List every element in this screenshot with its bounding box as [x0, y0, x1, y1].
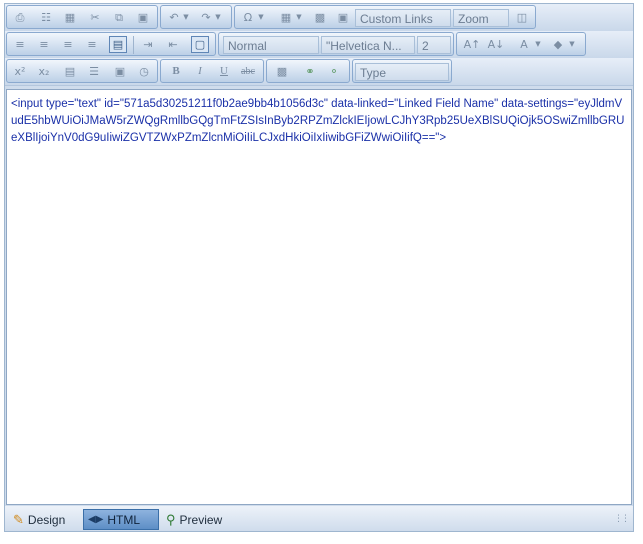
font-group: Normal "Helvetica N... 2: [218, 32, 454, 56]
select-all-icon[interactable]: ▦: [61, 9, 79, 26]
text-style-group: B I U abc: [160, 59, 264, 83]
design-mode-button[interactable]: ✎ Design: [9, 509, 69, 530]
find-icon[interactable]: ☷: [37, 9, 55, 26]
fore-color-dropdown-icon[interactable]: ▼: [533, 36, 543, 53]
font-name-dropdown[interactable]: "Helvetica N...: [321, 36, 415, 54]
toolbar-row-3: x² x₂ ▤ ☰ ▣ ◷ B I U abc ▩ ⚭ ⚬ Type: [5, 58, 633, 86]
print-icon[interactable]: ⎙: [11, 9, 29, 26]
paragraph-style-dropdown[interactable]: Normal: [223, 36, 319, 54]
html-mode-label: HTML: [107, 512, 141, 527]
magnifier-icon: ⚲: [166, 511, 176, 527]
table-dropdown-icon[interactable]: ▼: [294, 9, 304, 26]
bold-button[interactable]: B: [167, 63, 185, 80]
flash-manager-icon[interactable]: ▣: [334, 9, 352, 26]
alignment-group: ≡ ≡ ≡ ≡ ▤ ⇥ ⇤ ▢: [6, 32, 216, 56]
misc-group: x² x₂ ▤ ☰ ▣ ◷: [6, 59, 158, 83]
image-manager-icon[interactable]: ▩: [311, 9, 329, 26]
code-brackets-icon: ◀▶: [88, 514, 104, 525]
underline-button[interactable]: U: [215, 63, 233, 80]
indent-icon[interactable]: ⇥: [139, 36, 157, 53]
link-icon[interactable]: ⚭: [301, 63, 319, 80]
unlink-icon[interactable]: ⚬: [325, 63, 343, 80]
toolbar-row-1: ⎙ ☷ ▦ ✂ ⧉ ▣ ↶ ▼ ↷ ▼ Ω ▼ ▦ ▼ ▩ ▣ Custom L…: [5, 4, 633, 32]
special-chars-icon[interactable]: Ω: [239, 9, 257, 26]
strikethrough-button[interactable]: abc: [237, 63, 259, 80]
preview-mode-button[interactable]: ⚲ Preview: [162, 509, 226, 530]
insert-group: Ω ▼ ▦ ▼ ▩ ▣ Custom Links Zoom ◫: [234, 5, 536, 29]
italic-button[interactable]: I: [191, 63, 209, 80]
subscript-icon[interactable]: x₂: [35, 63, 53, 80]
align-center-icon[interactable]: ≡: [35, 36, 53, 53]
grow-font-icon[interactable]: A↑: [463, 36, 481, 53]
shrink-font-icon[interactable]: A↓: [487, 36, 505, 53]
show-borders-icon[interactable]: ▢: [191, 36, 209, 53]
outdent-icon[interactable]: ⇤: [164, 36, 182, 53]
preview-mode-label: Preview: [179, 512, 223, 527]
table-icon[interactable]: ▦: [277, 9, 295, 26]
insert-date-icon[interactable]: ▣: [111, 63, 129, 80]
remove-alignment-icon[interactable]: ▤: [109, 36, 127, 53]
insert-paragraph-icon[interactable]: ▤: [61, 63, 79, 80]
pencil-icon: ✎: [13, 511, 24, 527]
clipboard-group: ⎙ ☷ ▦ ✂ ⧉ ▣: [6, 5, 158, 29]
format-block-group: Type: [352, 59, 452, 83]
html-source-area[interactable]: <input type="text" id="571a5d30251211f0b…: [6, 89, 632, 505]
module-manager-icon[interactable]: ◫: [513, 9, 531, 26]
back-color-dropdown-icon[interactable]: ▼: [567, 36, 577, 53]
align-right-icon[interactable]: ≡: [59, 36, 77, 53]
html-editor: ⎙ ☷ ▦ ✂ ⧉ ▣ ↶ ▼ ↷ ▼ Ω ▼ ▦ ▼ ▩ ▣ Custom L…: [4, 3, 634, 532]
paste-icon[interactable]: ▣: [134, 9, 152, 26]
html-source-text[interactable]: <input type="text" id="571a5d30251211f0b…: [11, 96, 627, 147]
history-group: ↶ ▼ ↷ ▼: [160, 5, 232, 29]
design-mode-label: Design: [27, 512, 66, 527]
copy-icon[interactable]: ⧉: [110, 9, 128, 26]
horizontal-rule-icon[interactable]: ☰: [85, 63, 103, 80]
custom-links-dropdown[interactable]: Custom Links: [355, 9, 451, 27]
resize-grip-icon[interactable]: ⋮⋮: [614, 514, 630, 524]
font-size-dropdown[interactable]: 2: [417, 36, 451, 54]
special-chars-dropdown-icon[interactable]: ▼: [256, 9, 266, 26]
format-type-dropdown[interactable]: Type: [355, 63, 449, 81]
zoom-dropdown[interactable]: Zoom: [453, 9, 509, 27]
justify-icon[interactable]: ≡: [83, 36, 101, 53]
separator: [133, 36, 134, 54]
html-mode-button[interactable]: ◀▶ HTML: [83, 509, 159, 530]
mode-bar: ✎ Design ◀▶ HTML ⚲ Preview ⋮⋮: [5, 506, 633, 531]
insert-image-icon[interactable]: ▩: [273, 63, 291, 80]
fore-color-icon[interactable]: A: [515, 36, 533, 53]
align-left-icon[interactable]: ≡: [11, 36, 29, 53]
cut-icon[interactable]: ✂: [86, 9, 104, 26]
undo-dropdown-icon[interactable]: ▼: [181, 9, 191, 26]
media-group: ▩ ⚭ ⚬: [266, 59, 350, 83]
color-group: A↑ A↓ A ▼ ◆ ▼: [456, 32, 586, 56]
redo-dropdown-icon[interactable]: ▼: [213, 9, 223, 26]
superscript-icon[interactable]: x²: [11, 63, 29, 80]
back-color-icon[interactable]: ◆: [549, 36, 567, 53]
toolbar-row-2: ≡ ≡ ≡ ≡ ▤ ⇥ ⇤ ▢ Normal "Helvetica N... 2…: [5, 31, 633, 59]
insert-time-icon[interactable]: ◷: [135, 63, 153, 80]
